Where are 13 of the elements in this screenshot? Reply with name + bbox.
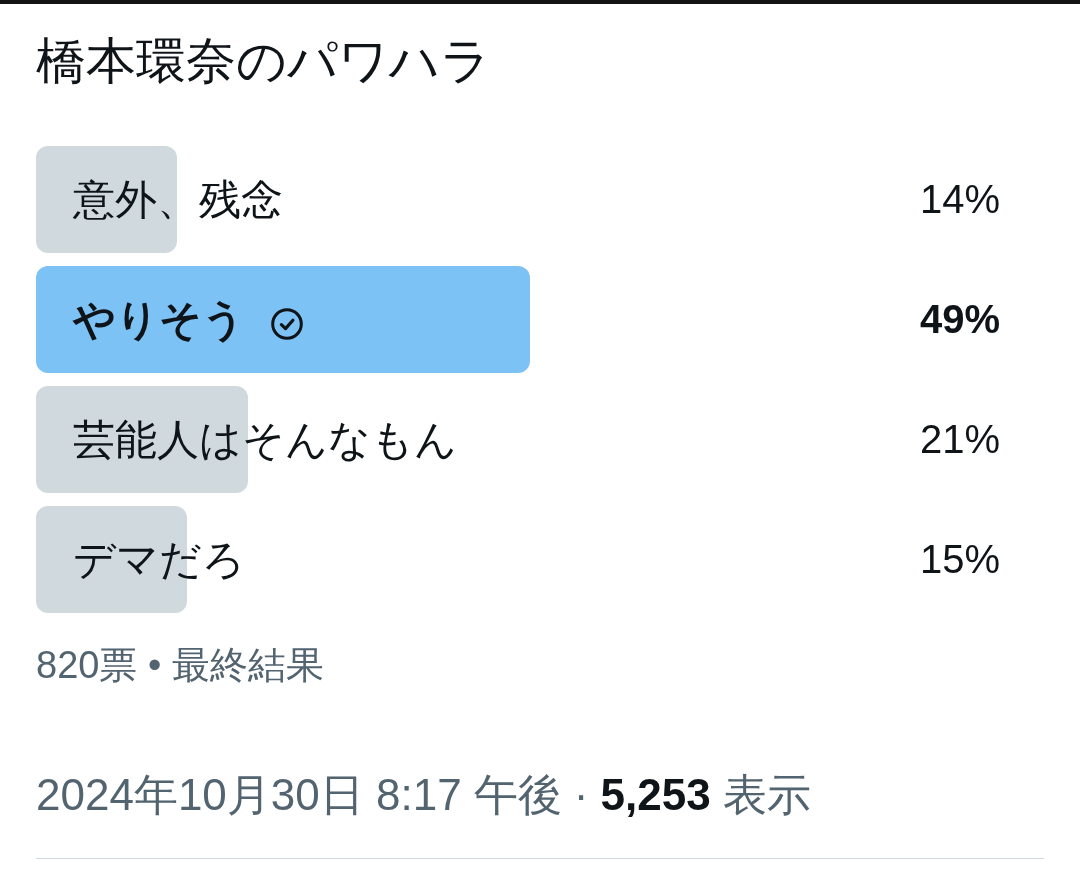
option-label: 芸能人はそんなもん [73,414,457,465]
option-label: デマだろ [73,534,245,585]
option-percentage: 21% [919,417,1000,462]
poll-question: 橋本環奈のパワハラ [36,32,491,91]
option-percentage: 15% [919,537,1000,582]
option-percentage: 14% [919,177,1000,222]
post-timestamp[interactable]: 2024年10月30日 8:17 午後 [36,767,562,823]
option-label: やりそう [73,294,245,345]
poll-summary: 820票 • 最終結果 [36,643,324,688]
option-percentage: 49% [919,297,1000,342]
view-count: 5,253 表示 [600,769,811,821]
option-label: 意外、残念 [73,174,283,225]
separator-dot: · [573,769,589,821]
